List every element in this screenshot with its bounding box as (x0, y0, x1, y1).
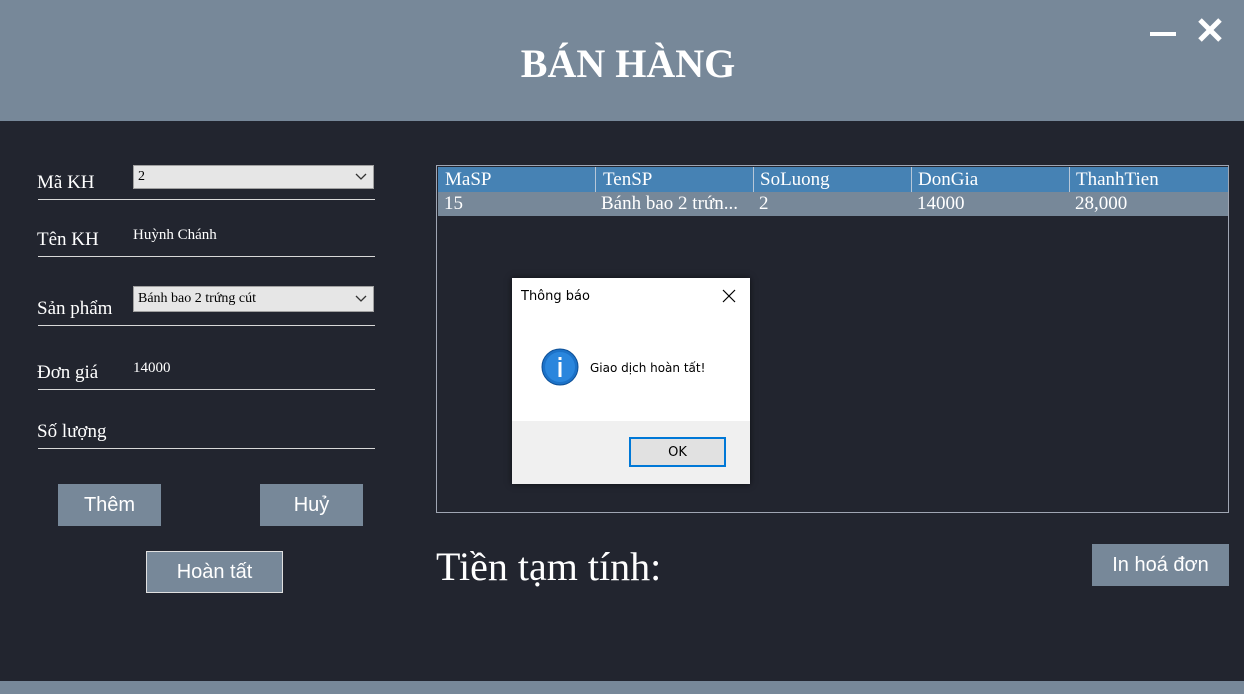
san-pham-select[interactable]: Bánh bao 2 trứng cút (133, 286, 374, 312)
hoan-tat-button[interactable]: Hoàn tất (146, 551, 283, 593)
col-header-masp[interactable]: MaSP (445, 167, 491, 192)
column-divider (753, 167, 754, 192)
don-gia-underline (38, 389, 375, 390)
ok-button[interactable]: OK (629, 437, 726, 467)
in-hoa-don-button[interactable]: In hoá đơn (1092, 544, 1229, 586)
message-dialog: Thông báo Giao dịch hoàn tất! OK (512, 278, 750, 484)
them-button[interactable]: Thêm (58, 484, 161, 526)
info-icon (541, 348, 579, 386)
ma-kh-value: 2 (138, 169, 145, 184)
subtotal-label: Tiền tạm tính: (436, 544, 662, 589)
title-bar: BÁN HÀNG (0, 0, 1244, 121)
col-header-tensp[interactable]: TenSP (603, 167, 652, 192)
huy-button[interactable]: Huỷ (260, 484, 363, 526)
col-header-thanhtien[interactable]: ThanhTien (1076, 167, 1159, 192)
cell-soluong[interactable]: 2 (759, 192, 769, 216)
column-divider (1069, 167, 1070, 192)
ten-kh-underline (38, 256, 375, 257)
don-gia-value: 14000 (133, 360, 171, 376)
dialog-title: Thông báo (521, 289, 590, 304)
ten-kh-label: Tên KH (37, 229, 99, 250)
ma-kh-underline (38, 199, 375, 200)
san-pham-label: Sản phẩm (37, 298, 113, 319)
column-divider (595, 167, 596, 192)
so-luong-underline (38, 448, 375, 449)
chevron-down-icon (355, 295, 367, 302)
cell-dongia[interactable]: 14000 (917, 192, 965, 216)
san-pham-underline (38, 325, 375, 326)
table-row[interactable]: 15 Bánh bao 2 trứn... 2 14000 28,000 (438, 192, 1228, 216)
close-icon[interactable] (720, 287, 738, 305)
ma-kh-label: Mã KH (37, 172, 95, 193)
col-header-dongia[interactable]: DonGia (918, 167, 978, 192)
footer-bar (0, 681, 1244, 694)
column-divider (911, 167, 912, 192)
san-pham-value: Bánh bao 2 trứng cút (138, 291, 257, 306)
minimize-icon[interactable] (1150, 32, 1176, 36)
cell-masp[interactable]: 15 (444, 192, 463, 216)
so-luong-input[interactable] (133, 421, 373, 443)
ma-kh-select[interactable]: 2 (133, 165, 374, 189)
close-icon[interactable] (1196, 12, 1224, 44)
cell-thanhtien[interactable]: 28,000 (1075, 192, 1127, 216)
col-header-soluong[interactable]: SoLuong (760, 167, 830, 192)
chevron-down-icon (355, 173, 367, 180)
dialog-message: Giao dịch hoàn tất! (590, 361, 706, 375)
grid-header: MaSP TenSP SoLuong DonGia ThanhTien (438, 167, 1228, 192)
so-luong-label: Số lượng (37, 421, 107, 442)
don-gia-label: Đơn giá (37, 362, 99, 383)
page-title: BÁN HÀNG (520, 41, 736, 86)
cell-tensp[interactable]: Bánh bao 2 trứn... (601, 192, 751, 216)
dialog-footer: OK (512, 421, 750, 484)
ten-kh-value: Huỳnh Chánh (133, 227, 217, 243)
